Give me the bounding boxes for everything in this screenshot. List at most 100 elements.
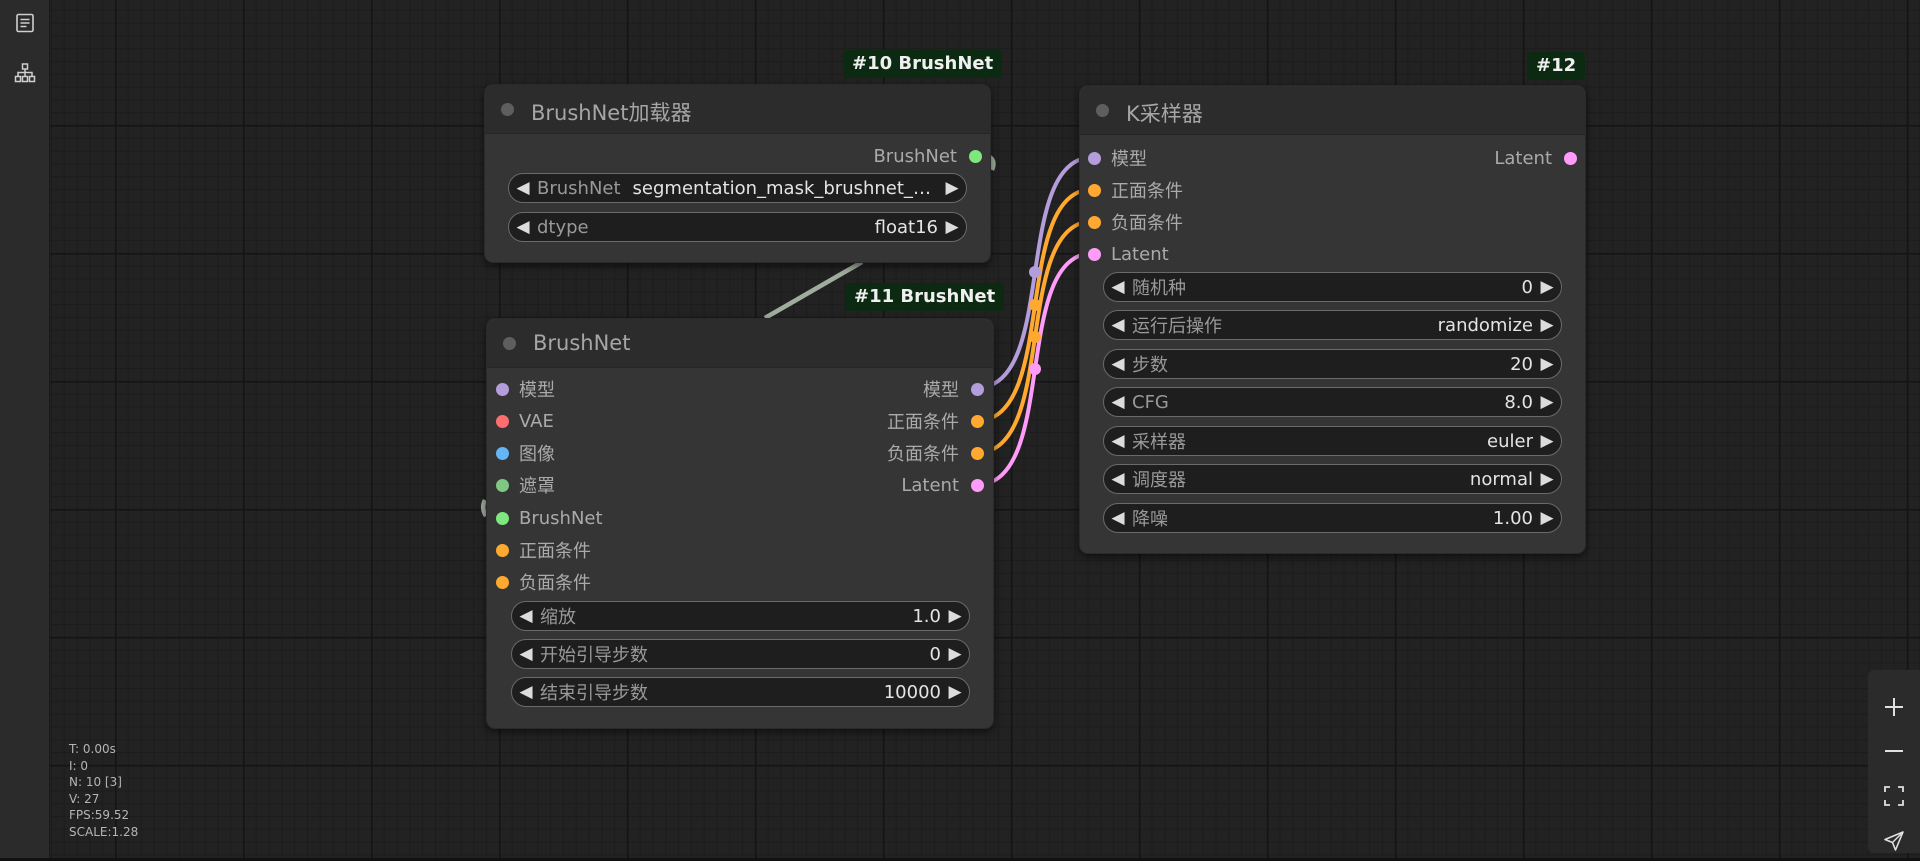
slot-dot-icon[interactable]: [496, 478, 509, 492]
widget-cfg[interactable]: ◀ CFG 8.0 ▶: [1103, 387, 1562, 417]
increment-arrow-icon[interactable]: ▶: [1533, 277, 1561, 297]
stat-visible: V: 27: [69, 791, 100, 806]
decrement-arrow-icon[interactable]: ◀: [512, 682, 540, 702]
input-slot-vae[interactable]: VAE: [496, 410, 554, 432]
increment-arrow-icon[interactable]: ▶: [1533, 508, 1561, 528]
increment-arrow-icon[interactable]: ▶: [941, 606, 969, 626]
increment-arrow-icon[interactable]: ▶: [938, 178, 966, 198]
node-header[interactable]: BrushNet: [487, 319, 993, 368]
slot-label: BrushNet: [873, 145, 957, 167]
collapse-dot-icon[interactable]: [503, 337, 516, 350]
node-header[interactable]: BrushNet加载器: [485, 85, 990, 134]
decrement-arrow-icon[interactable]: ◀: [1104, 469, 1132, 489]
comfyui-app: #10 BrushNet BrushNet加载器 BrushNet ◀ Brus…: [0, 0, 1920, 861]
increment-arrow-icon[interactable]: ▶: [941, 682, 969, 702]
input-slot-positive[interactable]: 正面条件: [496, 539, 591, 562]
widget-denoise[interactable]: ◀ 降噪 1.00 ▶: [1103, 503, 1562, 533]
increment-arrow-icon[interactable]: ▶: [938, 217, 966, 237]
input-slot-brushnet[interactable]: BrushNet: [496, 507, 603, 529]
widget-start-step[interactable]: ◀ 开始引导步数 0 ▶: [511, 639, 970, 669]
slot-label: 负面条件: [519, 573, 591, 594]
decrement-arrow-icon[interactable]: ◀: [509, 217, 537, 237]
node-10-badge: #10 BrushNet: [843, 50, 1003, 78]
decrement-arrow-icon[interactable]: ◀: [1104, 508, 1132, 528]
widget-label: 降噪: [1132, 509, 1168, 530]
input-slot-latent[interactable]: Latent: [1088, 243, 1169, 265]
decrement-arrow-icon[interactable]: ◀: [1104, 392, 1132, 412]
slot-dot-icon[interactable]: [1088, 215, 1101, 229]
locate-icon[interactable]: [1879, 826, 1909, 856]
brushnet-loader-node[interactable]: BrushNet加载器 BrushNet ◀ BrushNet segmenta…: [484, 84, 991, 263]
decrement-arrow-icon[interactable]: ◀: [1104, 354, 1132, 374]
collapse-dot-icon[interactable]: [501, 103, 514, 116]
node-header[interactable]: K采样器: [1080, 86, 1585, 135]
slot-label: Latent: [1111, 243, 1169, 265]
slot-label: 模型: [923, 380, 959, 401]
output-slot-negative[interactable]: 负面条件: [887, 442, 984, 465]
input-slot-mask[interactable]: 遮罩: [496, 474, 555, 497]
widget-end-step[interactable]: ◀ 结束引导步数 10000 ▶: [511, 677, 970, 707]
slot-dot-icon[interactable]: [969, 149, 982, 163]
slot-dot-icon[interactable]: [971, 478, 984, 492]
stat-scale: SCALE:1.28: [69, 824, 139, 839]
node-12-badge: #12: [1527, 52, 1586, 80]
increment-arrow-icon[interactable]: ▶: [1533, 431, 1561, 451]
input-slot-negative[interactable]: 负面条件: [496, 571, 591, 594]
widget-sampler[interactable]: ◀ 采样器 euler ▶: [1103, 426, 1562, 456]
widget-brushnet-model[interactable]: ◀ BrushNet segmentation_mask_brushnet_ck…: [508, 173, 967, 203]
slot-dot-icon[interactable]: [971, 446, 984, 460]
decrement-arrow-icon[interactable]: ◀: [512, 606, 540, 626]
widget-steps[interactable]: ◀ 步数 20 ▶: [1103, 349, 1562, 379]
brushnet-node[interactable]: BrushNet 模型 VAE 图像 遮罩 BrushNet 正面条件 负面条件…: [486, 318, 994, 729]
input-slot-image[interactable]: 图像: [496, 442, 555, 465]
output-slot-brushnet[interactable]: BrushNet: [873, 145, 982, 167]
widget-dtype[interactable]: ◀ dtype float16 ▶: [508, 212, 967, 242]
increment-arrow-icon[interactable]: ▶: [941, 644, 969, 664]
input-slot-negative[interactable]: 负面条件: [1088, 211, 1183, 234]
widget-control-after-generate[interactable]: ◀ 运行后操作 randomize ▶: [1103, 310, 1562, 340]
increment-arrow-icon[interactable]: ▶: [1533, 354, 1561, 374]
widget-value: 0: [929, 643, 941, 665]
decrement-arrow-icon[interactable]: ◀: [1104, 431, 1132, 451]
input-slot-positive[interactable]: 正面条件: [1088, 179, 1183, 202]
input-slot-model[interactable]: 模型: [1088, 147, 1147, 170]
zoom-out-icon[interactable]: [1879, 736, 1909, 766]
widget-seed[interactable]: ◀ 随机种 0 ▶: [1103, 272, 1562, 302]
output-slot-latent[interactable]: Latent: [1494, 147, 1577, 169]
document-list-icon[interactable]: [12, 10, 38, 36]
slot-dot-icon[interactable]: [1088, 151, 1101, 165]
increment-arrow-icon[interactable]: ▶: [1533, 315, 1561, 335]
widget-scheduler[interactable]: ◀ 调度器 normal ▶: [1103, 464, 1562, 494]
fit-view-icon[interactable]: [1879, 781, 1909, 811]
increment-arrow-icon[interactable]: ▶: [1533, 392, 1561, 412]
increment-arrow-icon[interactable]: ▶: [1533, 469, 1561, 489]
output-slot-model[interactable]: 模型: [923, 378, 984, 401]
render-stats: T: 0.00s I: 0 N: 10 [3] V: 27 FPS:59.52 …: [69, 741, 138, 840]
slot-dot-icon[interactable]: [496, 543, 509, 557]
widget-label: 步数: [1132, 355, 1168, 376]
slot-dot-icon[interactable]: [1564, 151, 1577, 165]
decrement-arrow-icon[interactable]: ◀: [509, 178, 537, 198]
output-slot-latent[interactable]: Latent: [901, 474, 984, 496]
decrement-arrow-icon[interactable]: ◀: [512, 644, 540, 664]
widget-scale[interactable]: ◀ 缩放 1.0 ▶: [511, 601, 970, 631]
slot-dot-icon[interactable]: [971, 382, 984, 396]
node-title: BrushNet: [533, 331, 631, 355]
slot-dot-icon[interactable]: [496, 414, 509, 428]
slot-dot-icon[interactable]: [496, 446, 509, 460]
decrement-arrow-icon[interactable]: ◀: [1104, 277, 1132, 297]
output-slot-positive[interactable]: 正面条件: [887, 410, 984, 433]
ksampler-node[interactable]: K采样器 模型 正面条件 负面条件 Latent Latent ◀ 随机种 0 …: [1079, 85, 1586, 554]
slot-dot-icon[interactable]: [496, 511, 509, 525]
collapse-dot-icon[interactable]: [1096, 104, 1109, 117]
decrement-arrow-icon[interactable]: ◀: [1104, 315, 1132, 335]
zoom-in-icon[interactable]: [1879, 692, 1909, 722]
input-slot-model[interactable]: 模型: [496, 378, 555, 401]
node-tree-icon[interactable]: [12, 60, 38, 86]
widget-value: 20: [1510, 353, 1533, 375]
slot-dot-icon[interactable]: [496, 382, 509, 396]
slot-dot-icon[interactable]: [1088, 247, 1101, 261]
slot-dot-icon[interactable]: [496, 575, 509, 589]
slot-dot-icon[interactable]: [971, 414, 984, 428]
slot-dot-icon[interactable]: [1088, 183, 1101, 197]
